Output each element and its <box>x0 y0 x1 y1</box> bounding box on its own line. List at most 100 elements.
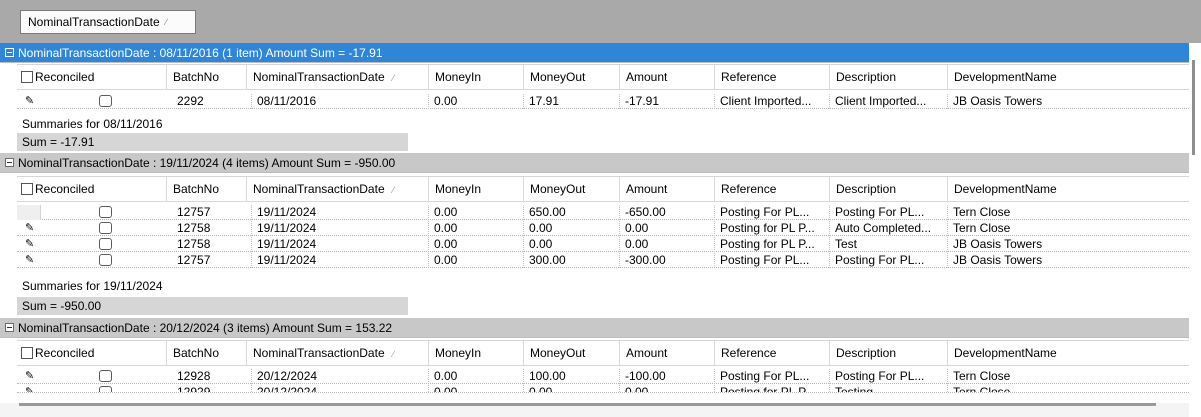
column-header-reference[interactable]: Reference <box>715 177 830 201</box>
cell-amount[interactable]: 0.00 <box>620 385 715 392</box>
group-row-2[interactable]: NominalTransactionDate : 20/12/2024 (3 i… <box>0 318 1189 338</box>
table-row[interactable]: 12757 19/11/2024 0.00 650.00 -650.00 Pos… <box>17 205 1189 220</box>
cell-reference[interactable]: Posting For PL... <box>715 205 830 220</box>
cell-date[interactable]: 08/11/2016 <box>252 94 429 109</box>
cell-moneyin[interactable]: 0.00 <box>429 237 524 252</box>
column-header-description[interactable]: Description <box>830 341 948 365</box>
cell-development[interactable]: JB Oasis Towers <box>948 237 1189 252</box>
table-row[interactable]: ✎ 2292 08/11/2016 0.00 17.91 -17.91 Clie… <box>17 94 1189 109</box>
column-header-date[interactable]: NominalTransactionDate ⁄ <box>247 65 429 89</box>
cell-batchno[interactable]: 12758 <box>172 237 252 252</box>
column-header-amount[interactable]: Amount <box>620 177 715 201</box>
cell-amount[interactable]: 0.00 <box>620 221 715 236</box>
cell-reference[interactable]: Posting For PL... <box>715 369 830 384</box>
column-header-moneyin[interactable]: MoneyIn <box>429 177 524 201</box>
cell-reference[interactable]: Posting for PL P... <box>715 385 830 392</box>
cell-moneyout[interactable]: 0.00 <box>524 237 620 252</box>
cell-amount[interactable]: 0.00 <box>620 237 715 252</box>
column-header-batchno[interactable]: BatchNo <box>167 177 247 201</box>
cell-description[interactable]: Posting For PL... <box>830 369 948 384</box>
cell-development[interactable]: Tern Close <box>948 221 1189 236</box>
column-header-moneyout[interactable]: MoneyOut <box>524 341 620 365</box>
table-row[interactable]: ✎ 12757 19/11/2024 0.00 300.00 -300.00 P… <box>17 253 1189 268</box>
cell-moneyout[interactable]: 300.00 <box>524 253 620 268</box>
cell-description[interactable]: Testing <box>830 385 948 392</box>
cell-description[interactable]: Test <box>830 237 948 252</box>
table-row[interactable]: ✎ 12758 19/11/2024 0.00 0.00 0.00 Postin… <box>17 221 1189 236</box>
group-row-1[interactable]: NominalTransactionDate : 19/11/2024 (4 i… <box>0 153 1189 173</box>
reconciled-checkbox[interactable] <box>99 238 112 250</box>
cell-date[interactable]: 19/11/2024 <box>252 237 429 252</box>
group-row-0[interactable]: NominalTransactionDate : 08/11/2016 (1 i… <box>0 43 1189 63</box>
collapse-icon[interactable] <box>5 48 14 57</box>
column-header-moneyin[interactable]: MoneyIn <box>429 341 524 365</box>
cell-batchno[interactable]: 12928 <box>172 369 252 384</box>
cell-date[interactable]: 19/11/2024 <box>252 253 429 268</box>
table-row[interactable]: ✎ 12758 19/11/2024 0.00 0.00 0.00 Postin… <box>17 237 1189 252</box>
reconciled-checkbox[interactable] <box>99 254 112 266</box>
column-header-amount[interactable]: Amount <box>620 341 715 365</box>
vertical-scrollbar-thumb[interactable] <box>1192 60 1195 155</box>
column-header-development[interactable]: DevelopmentName <box>948 341 1189 365</box>
column-header-description[interactable]: Description <box>830 177 948 201</box>
collapse-icon[interactable] <box>5 158 14 167</box>
cell-moneyin[interactable]: 0.00 <box>429 205 524 220</box>
cell-amount[interactable]: -300.00 <box>620 253 715 268</box>
cell-batchno[interactable]: 2292 <box>172 94 252 109</box>
cell-moneyin[interactable]: 0.00 <box>429 369 524 384</box>
collapse-icon[interactable] <box>5 323 14 332</box>
column-header-description[interactable]: Description <box>830 65 948 89</box>
select-all-checkbox[interactable] <box>21 182 33 195</box>
cell-moneyout[interactable]: 100.00 <box>524 369 620 384</box>
cell-development[interactable]: JB Oasis Towers <box>948 94 1189 109</box>
cell-batchno[interactable]: 12757 <box>172 205 252 220</box>
cell-moneyin[interactable]: 0.00 <box>429 385 524 392</box>
vertical-scrollbar[interactable] <box>1189 43 1201 403</box>
group-by-chip-nominal-transaction-date[interactable]: NominalTransactionDate ⁄ <box>20 10 196 34</box>
horizontal-scrollbar-thumb[interactable] <box>19 403 1156 406</box>
table-row[interactable]: ✎ 12929 20/12/2024 0.00 0.00 0.00 Postin… <box>17 385 1189 393</box>
cell-batchno[interactable]: 12757 <box>172 253 252 268</box>
cell-development[interactable]: Tern Close <box>948 369 1189 384</box>
cell-moneyout[interactable]: 17.91 <box>524 94 620 109</box>
cell-amount[interactable]: -650.00 <box>620 205 715 220</box>
reconciled-checkbox[interactable] <box>99 386 112 392</box>
column-header-date[interactable]: NominalTransactionDate ⁄ <box>247 341 429 365</box>
column-header-reconciled[interactable]: Reconciled <box>17 177 167 201</box>
column-header-amount[interactable]: Amount <box>620 65 715 89</box>
cell-description[interactable]: Auto Completed... <box>830 221 948 236</box>
cell-development[interactable]: Tern Close <box>948 205 1189 220</box>
cell-reference[interactable]: Posting For PL... <box>715 253 830 268</box>
cell-date[interactable]: 19/11/2024 <box>252 205 429 220</box>
reconciled-checkbox[interactable] <box>99 370 112 382</box>
column-header-moneyout[interactable]: MoneyOut <box>524 177 620 201</box>
cell-reference[interactable]: Posting for PL P... <box>715 237 830 252</box>
column-header-development[interactable]: DevelopmentName <box>948 177 1189 201</box>
column-header-reference[interactable]: Reference <box>715 65 830 89</box>
cell-development[interactable]: Tern Close <box>948 385 1189 392</box>
cell-date[interactable]: 19/11/2024 <box>252 221 429 236</box>
column-header-development[interactable]: DevelopmentName <box>948 65 1189 89</box>
reconciled-checkbox[interactable] <box>99 222 112 234</box>
cell-description[interactable]: Posting For PL... <box>830 205 948 220</box>
cell-moneyout[interactable]: 650.00 <box>524 205 620 220</box>
cell-date[interactable]: 20/12/2024 <box>252 385 429 392</box>
column-header-moneyout[interactable]: MoneyOut <box>524 65 620 89</box>
cell-description[interactable]: Client Imported... <box>830 94 948 109</box>
cell-description[interactable]: Posting For PL... <box>830 253 948 268</box>
cell-batchno[interactable]: 12758 <box>172 221 252 236</box>
select-all-checkbox[interactable] <box>21 346 33 359</box>
cell-moneyout[interactable]: 0.00 <box>524 385 620 392</box>
column-header-reconciled[interactable]: Reconciled <box>17 341 167 365</box>
cell-reference[interactable]: Client Imported... <box>715 94 830 109</box>
column-header-batchno[interactable]: BatchNo <box>167 65 247 89</box>
table-row[interactable]: ✎ 12928 20/12/2024 0.00 100.00 -100.00 P… <box>17 369 1189 384</box>
column-header-reconciled[interactable]: Reconciled <box>17 65 167 89</box>
reconciled-checkbox[interactable] <box>99 95 112 107</box>
select-all-checkbox[interactable] <box>21 70 33 83</box>
reconciled-checkbox[interactable] <box>99 206 112 218</box>
cell-amount[interactable]: -17.91 <box>620 94 715 109</box>
cell-moneyin[interactable]: 0.00 <box>429 94 524 109</box>
cell-amount[interactable]: -100.00 <box>620 369 715 384</box>
cell-reference[interactable]: Posting for PL P... <box>715 221 830 236</box>
